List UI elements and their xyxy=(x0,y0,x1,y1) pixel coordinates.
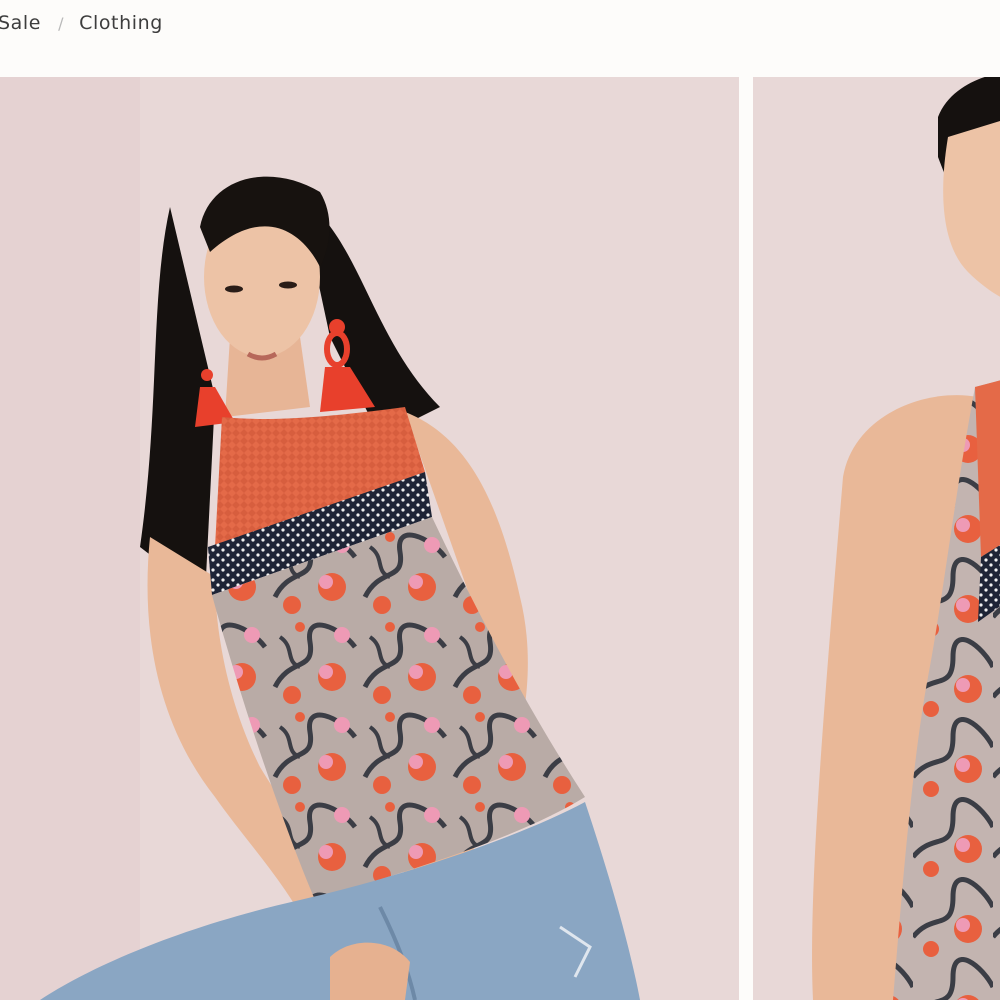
breadcrumb-item-clothing[interactable]: Clothing xyxy=(79,12,163,34)
product-photo-front-illustration xyxy=(0,77,739,1000)
breadcrumb-item-sale[interactable]: Sale xyxy=(0,12,41,34)
product-image-gallery xyxy=(0,77,1000,1000)
product-photo-back-illustration xyxy=(753,77,1000,1000)
breadcrumb: Sale / Clothing xyxy=(0,0,1000,46)
product-photo-front[interactable] xyxy=(0,77,739,1000)
product-photo-back[interactable] xyxy=(753,77,1000,1000)
breadcrumb-separator: / xyxy=(58,13,65,33)
